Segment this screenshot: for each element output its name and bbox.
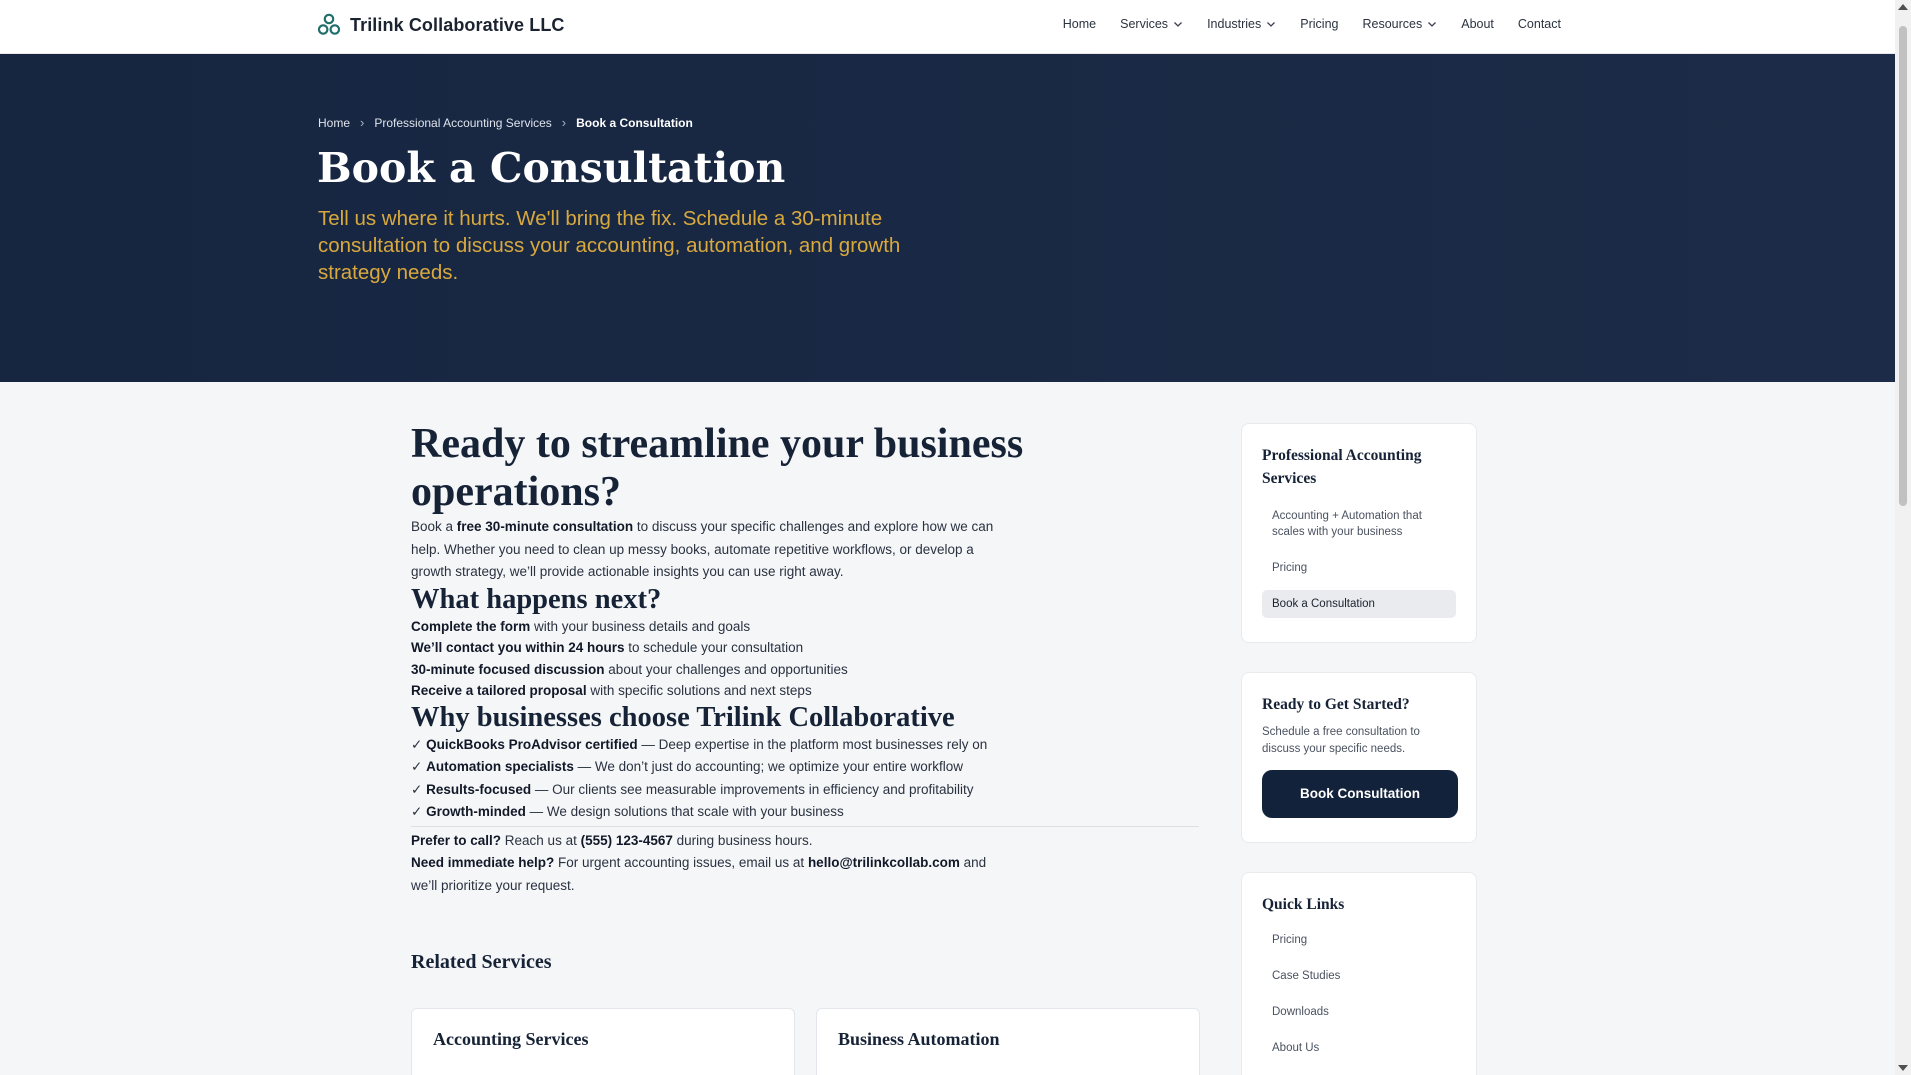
hero-subtitle: Tell us where it hurts. We'll bring the … — [318, 207, 901, 284]
divider — [411, 825, 1199, 827]
nav-home[interactable]: Home — [1063, 17, 1096, 31]
help-info: Need immediate help? For urgent accounti… — [411, 855, 987, 893]
email-link[interactable]: hello@trilinkcollab.com — [808, 855, 960, 870]
nav-resources[interactable]: Resources — [1362, 17, 1437, 31]
why-heading: Why businesses choose Trilink Collaborat… — [411, 701, 955, 733]
page-title: Book a Consultation — [317, 144, 786, 192]
cta-title: Ready to Get Started? — [1262, 696, 1410, 713]
call-info: Prefer to call? Reach us at (555) 123-45… — [411, 832, 813, 848]
brand-logo-link[interactable]: Trilink Collaborative LLC — [317, 13, 565, 37]
list-item: ✓ QuickBooks ProAdvisor certified — Deep… — [411, 736, 988, 752]
sidebar-item-book-consultation[interactable]: Book a Consultation — [1262, 590, 1456, 618]
book-consultation-button[interactable]: Book Consultation — [1262, 770, 1458, 818]
brand-name: Trilink Collaborative LLC — [350, 14, 565, 35]
checkmark-icon: ✓ — [411, 736, 423, 752]
breadcrumb-home[interactable]: Home — [318, 116, 350, 130]
card-title: Accounting Services — [433, 1029, 589, 1049]
list-item: Receive a tailored proposal with specifi… — [411, 683, 812, 698]
nav-industries[interactable]: Industries — [1207, 17, 1276, 31]
related-services: Accounting Services Business Automation — [411, 1008, 1201, 1075]
cta-text: Schedule a free consultation to discuss … — [1262, 726, 1420, 755]
section-heading: Ready to streamline your business operat… — [411, 421, 1024, 515]
related-card-automation[interactable]: Business Automation — [816, 1008, 1200, 1075]
scroll-up-icon[interactable] — [1898, 4, 1908, 10]
quick-link-downloads[interactable]: Downloads — [1262, 998, 1456, 1026]
sidebar-section-nav: Professional Accounting Services Account… — [1241, 423, 1477, 643]
breadcrumb-separator: › — [360, 115, 365, 130]
checkmark-icon: ✓ — [411, 759, 423, 774]
list-item: ✓ Automation specialists — We don’t just… — [411, 759, 964, 774]
breadcrumb-accounting-services[interactable]: Professional Accounting Services — [374, 116, 551, 130]
list-item: ✓ Growth-minded — We design solutions th… — [411, 804, 844, 819]
sidebar-cta-card: Ready to Get Started? Schedule a free co… — [1241, 672, 1477, 843]
card-title: Business Automation — [838, 1029, 1000, 1049]
intro-paragraph: Book a free 30-minute consultation to di… — [411, 519, 994, 579]
related-card-accounting[interactable]: Accounting Services — [411, 1008, 795, 1075]
quick-links-title: Quick Links — [1262, 896, 1345, 913]
quick-link-case-studies[interactable]: Case Studies — [1262, 962, 1456, 990]
breadcrumb-separator: › — [561, 115, 567, 130]
page-scrollbar[interactable] — [1895, 0, 1911, 1075]
nav-services[interactable]: Services — [1120, 17, 1183, 31]
quick-link-about-us[interactable]: About Us — [1262, 1034, 1456, 1062]
list-item: ✓ Results-focused — Our clients see meas… — [411, 781, 974, 797]
main-content: Ready to streamline your business operat… — [411, 420, 1201, 1075]
next-steps-heading: What happens next? — [411, 583, 662, 615]
scroll-down-icon[interactable] — [1898, 1065, 1908, 1071]
checkmark-icon: ✓ — [411, 804, 423, 819]
list-item: We’ll contact you within 24 hours to sch… — [411, 640, 804, 655]
chevron-down-icon — [1428, 22, 1437, 27]
nav-about[interactable]: About — [1461, 17, 1494, 31]
chevron-down-icon — [1174, 22, 1183, 27]
chevron-down-icon — [1267, 22, 1276, 27]
phone-number[interactable]: (555) 123-4567 — [581, 833, 673, 848]
triangle-logo-icon — [317, 13, 341, 35]
site-header: Trilink Collaborative LLC Home Services … — [0, 0, 1895, 54]
sidebar-section-title: Professional Accounting Services — [1262, 447, 1422, 487]
quick-link-pricing[interactable]: Pricing — [1262, 926, 1456, 954]
related-services-heading: Related Services — [411, 951, 552, 973]
main-nav: Home Services Industries Pricing Resourc… — [1039, 17, 1561, 31]
nav-contact[interactable]: Contact — [1518, 17, 1561, 31]
breadcrumb: Home › Professional Accounting Services … — [318, 115, 693, 130]
list-item: 30-minute focused discussion about your … — [411, 661, 848, 677]
scrollbar-thumb[interactable] — [1899, 26, 1907, 506]
intro-highlight: free 30-minute consultation — [456, 519, 634, 534]
nav-pricing[interactable]: Pricing — [1300, 17, 1338, 31]
list-item: Complete the form with your business det… — [411, 618, 751, 634]
sidebar-quick-links: Quick Links Pricing Case Studies Downloa… — [1241, 872, 1477, 1075]
checkmark-icon: ✓ — [411, 781, 423, 797]
sidebar-item-accounting-automation[interactable]: Accounting + Automation that scales with… — [1262, 502, 1456, 546]
sidebar-item-pricing[interactable]: Pricing — [1262, 554, 1456, 582]
breadcrumb-current: Book a Consultation — [576, 115, 693, 130]
